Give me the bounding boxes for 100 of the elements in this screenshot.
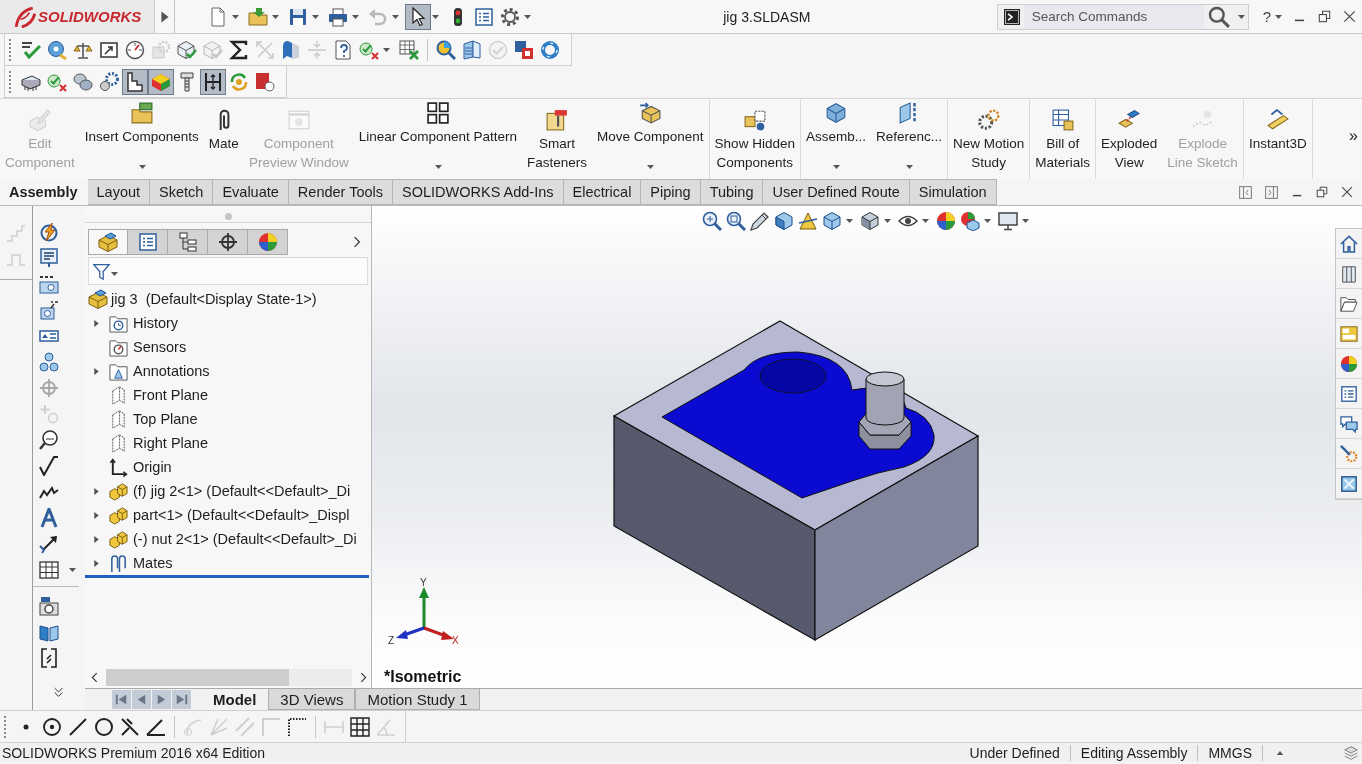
cursor-icon[interactable]: [405, 3, 431, 30]
wedge-icon[interactable]: [798, 211, 818, 231]
caret-icon[interactable]: [922, 219, 929, 223]
ring-icon[interactable]: [540, 39, 560, 60]
dashed-plane-icon[interactable]: [109, 409, 128, 429]
open-book-icon[interactable]: [39, 622, 59, 642]
document-icon[interactable]: [208, 6, 228, 27]
command-button[interactable]: New Motion Study: [953, 99, 1025, 172]
dotted-corner-icon[interactable]: [287, 716, 307, 737]
check-cross-icon[interactable]: [47, 71, 67, 92]
pencil-icon[interactable]: [750, 211, 770, 231]
command-button[interactable]: Linear Component Pattern: [358, 99, 517, 146]
gauge-icon[interactable]: [125, 39, 145, 60]
caret-right-icon[interactable]: [92, 534, 101, 544]
hole-callout-icon[interactable]: [39, 274, 59, 294]
gear-link-icon[interactable]: [99, 71, 119, 92]
sigma-icon[interactable]: [229, 39, 249, 60]
bolt-icon[interactable]: [177, 71, 197, 92]
zoom-area-icon[interactable]: [726, 211, 746, 231]
dashed-plane-icon[interactable]: [109, 433, 128, 453]
ribbon-tab[interactable]: Simulation: [909, 179, 997, 205]
chat-bubbles-icon[interactable]: [1340, 414, 1358, 433]
chevron-right-icon[interactable]: [351, 236, 363, 248]
tree-item[interactable]: Mates: [109, 551, 173, 575]
command-button[interactable]: Bill of Materials: [1035, 99, 1091, 172]
x-frame-icon[interactable]: [1340, 474, 1358, 493]
panel-tab[interactable]: [128, 229, 168, 255]
blocks-icon[interactable]: [109, 481, 128, 501]
monitor-icon[interactable]: [998, 211, 1018, 231]
scrollbar-track[interactable]: [106, 668, 352, 686]
view-tab[interactable]: Model: [201, 689, 269, 710]
caret-icon[interactable]: [884, 219, 891, 223]
caret-icon[interactable]: [432, 14, 439, 19]
ball-cube-icon[interactable]: [960, 211, 980, 231]
bolt-box-icon[interactable]: [546, 109, 569, 131]
caret-icon[interactable]: [905, 165, 913, 169]
tape-measure-icon[interactable]: [47, 39, 67, 60]
two-cylinders-icon[interactable]: [73, 71, 93, 92]
zoom-fit-icon[interactable]: [702, 211, 722, 231]
panel-tab[interactable]: [88, 229, 128, 255]
home-icon[interactable]: [1340, 234, 1358, 253]
palette-box-icon[interactable]: [1340, 324, 1358, 343]
folder-plus-icon[interactable]: [130, 102, 153, 124]
caret-icon[interactable]: [69, 568, 76, 572]
restore-icon[interactable]: [1316, 186, 1328, 198]
chevron-left-icon[interactable]: [89, 671, 100, 683]
double-chevron-icon[interactable]: [53, 687, 64, 698]
command-button[interactable]: Exploded View: [1101, 99, 1158, 172]
caret-icon[interactable]: [832, 165, 840, 169]
tree-item[interactable]: part<1> (Default<<Default>_Displ: [109, 503, 350, 527]
skip-back-icon[interactable]: [112, 690, 131, 709]
caret-icon[interactable]: [1275, 14, 1282, 19]
tree-diagram-icon[interactable]: [177, 232, 198, 252]
skip-forward-icon[interactable]: [172, 690, 191, 709]
caret-icon[interactable]: [272, 14, 279, 19]
text-box-icon[interactable]: [39, 248, 59, 268]
view-tab[interactable]: Motion Study 1: [355, 689, 480, 710]
caret-right-icon[interactable]: [92, 366, 101, 376]
tree-item[interactable]: Right Plane: [109, 431, 208, 455]
balloon-stack-icon[interactable]: [39, 352, 59, 372]
printer-icon[interactable]: [328, 6, 348, 27]
lines-check-icon[interactable]: [21, 39, 41, 60]
angle-icon[interactable]: [146, 716, 166, 737]
caret-icon[interactable]: [647, 165, 655, 169]
triangle-right-icon[interactable]: [152, 690, 171, 709]
command-button[interactable]: Show Hidden Components: [714, 99, 795, 172]
command-button[interactable]: Insert Components: [84, 99, 199, 146]
restore-icon[interactable]: [1318, 10, 1331, 23]
ribbon-tab[interactable]: Assembly: [0, 179, 88, 205]
check-cross-icon[interactable]: [359, 39, 379, 60]
cube-check-icon[interactable]: [177, 39, 197, 60]
cubes-icon[interactable]: [743, 109, 766, 131]
close-icon[interactable]: [1343, 10, 1356, 23]
origin-axes-icon[interactable]: [109, 457, 128, 477]
color-magnifier-icon[interactable]: [436, 39, 456, 60]
ribbon-tab[interactable]: Piping: [641, 179, 701, 205]
resize-handle[interactable]: [224, 213, 232, 220]
exploded-cube-icon[interactable]: [1118, 109, 1141, 131]
close-icon[interactable]: [1341, 186, 1353, 198]
section-view-icon[interactable]: [774, 211, 794, 231]
document-question-icon[interactable]: [333, 39, 353, 60]
list-icon[interactable]: [1340, 384, 1358, 403]
gears-icon[interactable]: [977, 109, 1000, 131]
panel-tab[interactable]: [248, 229, 288, 255]
command-button[interactable]: Smart Fasteners: [527, 99, 588, 172]
grid-icon[interactable]: [350, 716, 370, 737]
dashed-plane-icon[interactable]: [109, 385, 128, 405]
ribbon-tab[interactable]: Electrical: [563, 179, 642, 205]
caret-icon[interactable]: [138, 165, 146, 169]
dimension-icon[interactable]: [200, 68, 226, 95]
crossed-lines-icon[interactable]: [120, 716, 140, 737]
caret-icon[interactable]: [846, 219, 853, 223]
tool-gear-icon[interactable]: [1340, 444, 1358, 463]
more-commands-button[interactable]: »: [1349, 127, 1358, 145]
caret-right-icon[interactable]: [92, 510, 101, 520]
bracket-icon[interactable]: [39, 648, 59, 668]
ruler-arrow-icon[interactable]: [1266, 109, 1289, 131]
tree-item[interactable]: (f) jig 2<1> (Default<<Default>_Di: [109, 479, 351, 503]
caret-icon[interactable]: [434, 165, 442, 169]
cycle-arrows-icon[interactable]: [229, 71, 249, 92]
